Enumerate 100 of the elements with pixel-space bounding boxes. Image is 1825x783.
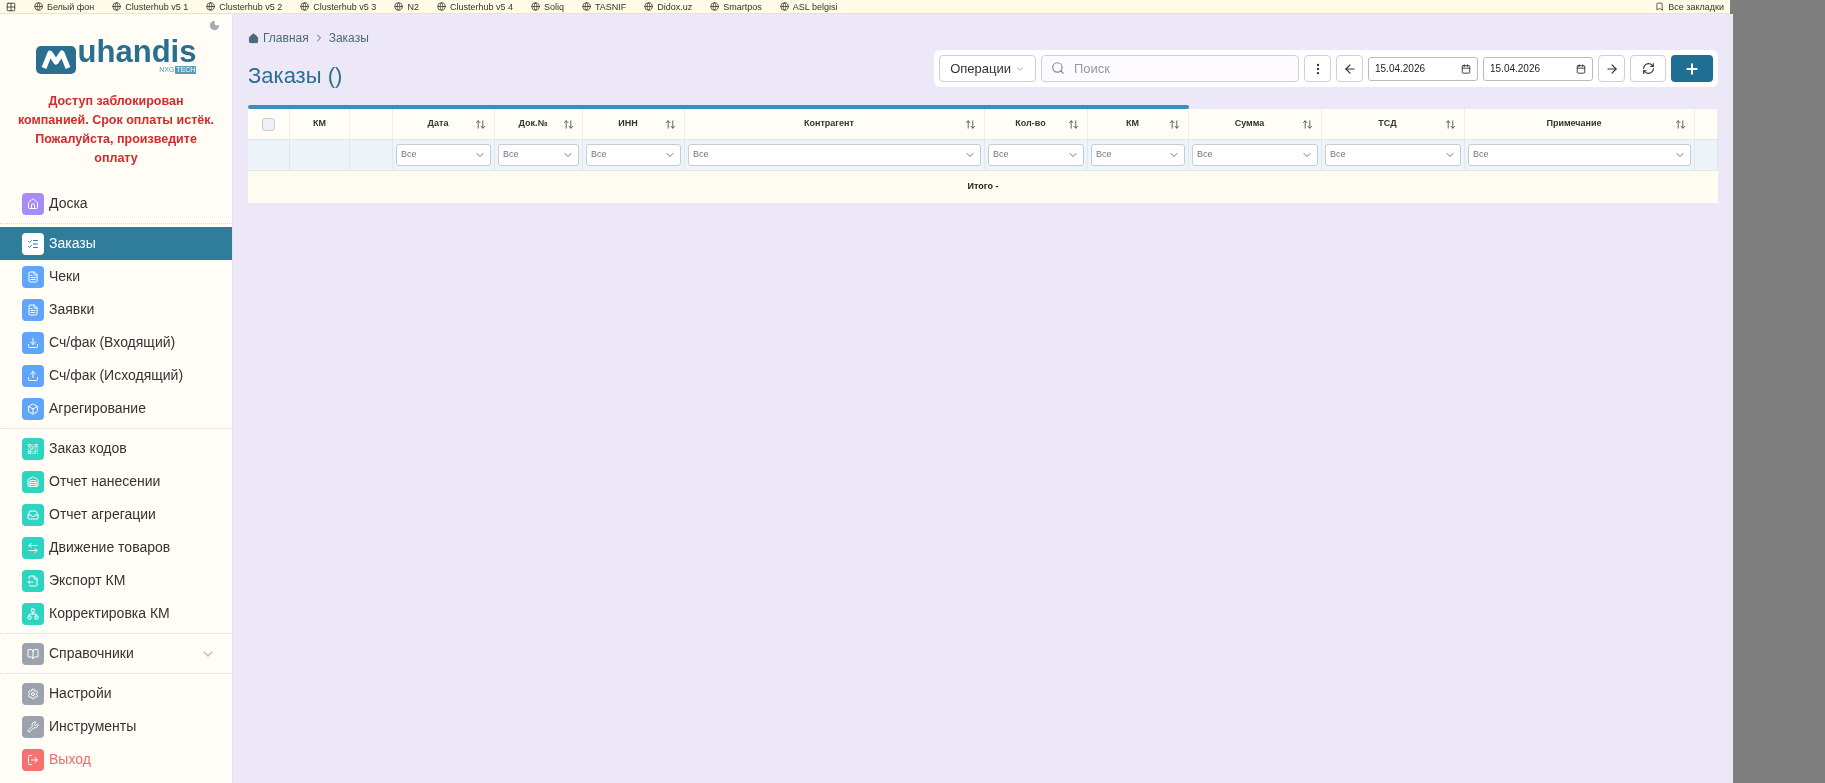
page-title: Заказы ()	[248, 62, 343, 90]
all-bookmarks[interactable]: Все закладки	[1655, 1, 1724, 12]
sidebar-item[interactable]: Настройи	[0, 677, 232, 710]
bookmark[interactable]: Didox.uz	[644, 1, 693, 12]
home-icon[interactable]	[248, 32, 259, 44]
column-header[interactable]: ИНН	[591, 117, 665, 131]
next-button[interactable]	[1598, 55, 1625, 82]
filter-dropdown[interactable]: Все	[1091, 144, 1185, 166]
calendar-icon[interactable]	[1576, 63, 1586, 74]
column-header[interactable]: Сумма	[1197, 117, 1302, 131]
logo-text: uhandis	[77, 38, 197, 66]
sidebar-item[interactable]: Инструменты	[0, 710, 232, 743]
bookmark[interactable]: Clusterhub v5 1	[112, 1, 189, 12]
sidebar-label: Заказы	[49, 234, 96, 253]
search-icon	[1051, 61, 1065, 75]
sidebar-item[interactable]: Корректировка КМ	[0, 597, 232, 630]
sidebar-label: Заказ кодов	[49, 439, 127, 458]
breadcrumb-link[interactable]: Главная	[263, 29, 309, 47]
sort-icon[interactable]	[665, 118, 676, 130]
filter-dropdown[interactable]: Все	[688, 144, 981, 166]
column-header[interactable]: Контрагент	[693, 117, 965, 131]
sort-icon[interactable]	[1169, 118, 1180, 130]
sidebar-label: Корректировка КМ	[49, 604, 170, 623]
sidebar-item[interactable]: Заказы	[0, 227, 232, 260]
column-header[interactable]: Дата	[401, 117, 475, 131]
blocked-message: Доступ заблокирован компанией. Срок оплаты истёк. Пожалуйста, произведите оплату	[17, 93, 215, 167]
sidebar-item[interactable]: Доска	[0, 187, 232, 220]
sidebar-item[interactable]: Справочники	[0, 637, 232, 670]
column-header[interactable]: Кол-во	[993, 117, 1068, 131]
sidebar-label: Движение товаров	[49, 538, 171, 557]
bookmark[interactable]: ASL belgisi	[779, 1, 838, 12]
sort-icon[interactable]	[1675, 118, 1686, 130]
sort-icon[interactable]	[1068, 118, 1079, 130]
plus-icon	[1684, 60, 1700, 77]
sidebar-label: Инструменты	[49, 717, 137, 736]
globe-icon	[436, 2, 446, 11]
globe-icon	[206, 2, 216, 11]
bookmark[interactable]: Soliq	[530, 1, 564, 12]
sidebar-item[interactable]: Отчет нанесении	[0, 465, 232, 498]
filter-dropdown[interactable]: Все	[498, 144, 579, 166]
date-field[interactable]: 15.04.2026	[1368, 56, 1478, 81]
sort-icon[interactable]	[1445, 118, 1456, 130]
refresh-button[interactable]	[1630, 55, 1666, 82]
globe-icon	[530, 2, 540, 11]
filter-dropdown[interactable]: Все	[396, 144, 491, 166]
column-header[interactable]: ТСД	[1330, 117, 1445, 131]
search-field[interactable]: Поиск	[1041, 55, 1299, 82]
calendar-icon[interactable]	[1461, 63, 1471, 74]
header-checkbox[interactable]	[262, 117, 275, 131]
sidebar-item[interactable]: Движение товаров	[0, 531, 232, 564]
sort-icon[interactable]	[965, 118, 976, 130]
sidebar-label: Справочники	[49, 644, 134, 663]
logo-mark	[35, 46, 76, 74]
sidebar-label: Выход	[49, 750, 91, 769]
sort-icon[interactable]	[1302, 118, 1313, 130]
sidebar-item[interactable]: Сч/фак (Входящий)	[0, 326, 232, 359]
sidebar-label: Чеки	[49, 267, 81, 286]
sort-icon[interactable]	[563, 118, 574, 130]
filter-dropdown[interactable]: Все	[1325, 144, 1461, 166]
sidebar-item[interactable]: Заказ кодов	[0, 432, 232, 465]
sidebar-label: Агрегирование	[49, 399, 146, 418]
apps-icon[interactable]	[6, 1, 16, 12]
sidebar-item[interactable]: Отчет агрегации	[0, 498, 232, 531]
breadcrumb-current: Заказы	[328, 30, 369, 47]
operations-dropdown[interactable]: Операции	[939, 55, 1036, 82]
filter-dropdown[interactable]: Все	[988, 144, 1084, 166]
filter-dropdown[interactable]: Все	[1468, 144, 1691, 166]
column-header[interactable]: Док.№	[503, 117, 563, 131]
add-button[interactable]	[1671, 55, 1713, 82]
date-field[interactable]: 15.04.2026	[1483, 56, 1593, 81]
globe-icon	[300, 2, 310, 11]
sidebar-label: Настройи	[49, 684, 112, 703]
sidebar-label: Заявки	[49, 300, 95, 319]
bookmark[interactable]: Clusterhub v5 2	[206, 1, 283, 12]
filter-dropdown[interactable]: Все	[1192, 144, 1318, 166]
filter-dropdown[interactable]: Все	[586, 144, 681, 166]
column-header[interactable]: КМ	[1096, 117, 1169, 131]
globe-icon	[34, 2, 43, 11]
bookmark[interactable]: N2	[394, 1, 419, 12]
bookmark[interactable]: TASNIF	[581, 1, 627, 12]
sidebar-item[interactable]: Заявки	[0, 293, 232, 326]
sidebar-label: Отчет агрегации	[49, 505, 156, 524]
total-label: Итого -	[967, 180, 999, 194]
column-header[interactable]: Примечание	[1473, 117, 1675, 131]
bookmark[interactable]: Clusterhub v5 3	[300, 1, 377, 12]
sidebar-label: Сч/фак (Исходящий)	[49, 366, 184, 385]
previous-button[interactable]	[1336, 55, 1363, 82]
globe-icon	[710, 2, 720, 11]
sidebar-label: Доска	[49, 194, 88, 213]
sort-icon[interactable]	[475, 118, 486, 130]
bookmark[interactable]: Белый фон	[34, 1, 95, 12]
sidebar-item[interactable]: Сч/фак (Исходящий)	[0, 359, 232, 392]
globe-icon	[394, 2, 404, 11]
globe-icon	[112, 2, 122, 11]
bookmark[interactable]: Smartpos	[710, 1, 762, 12]
sidebar-item[interactable]: Экспорт КМ	[0, 564, 232, 597]
bookmark[interactable]: Clusterhub v5 4	[436, 1, 513, 12]
sidebar-item[interactable]: Агрегирование	[0, 392, 232, 425]
sidebar-item[interactable]: Чеки	[0, 260, 232, 293]
globe-icon	[644, 2, 654, 11]
